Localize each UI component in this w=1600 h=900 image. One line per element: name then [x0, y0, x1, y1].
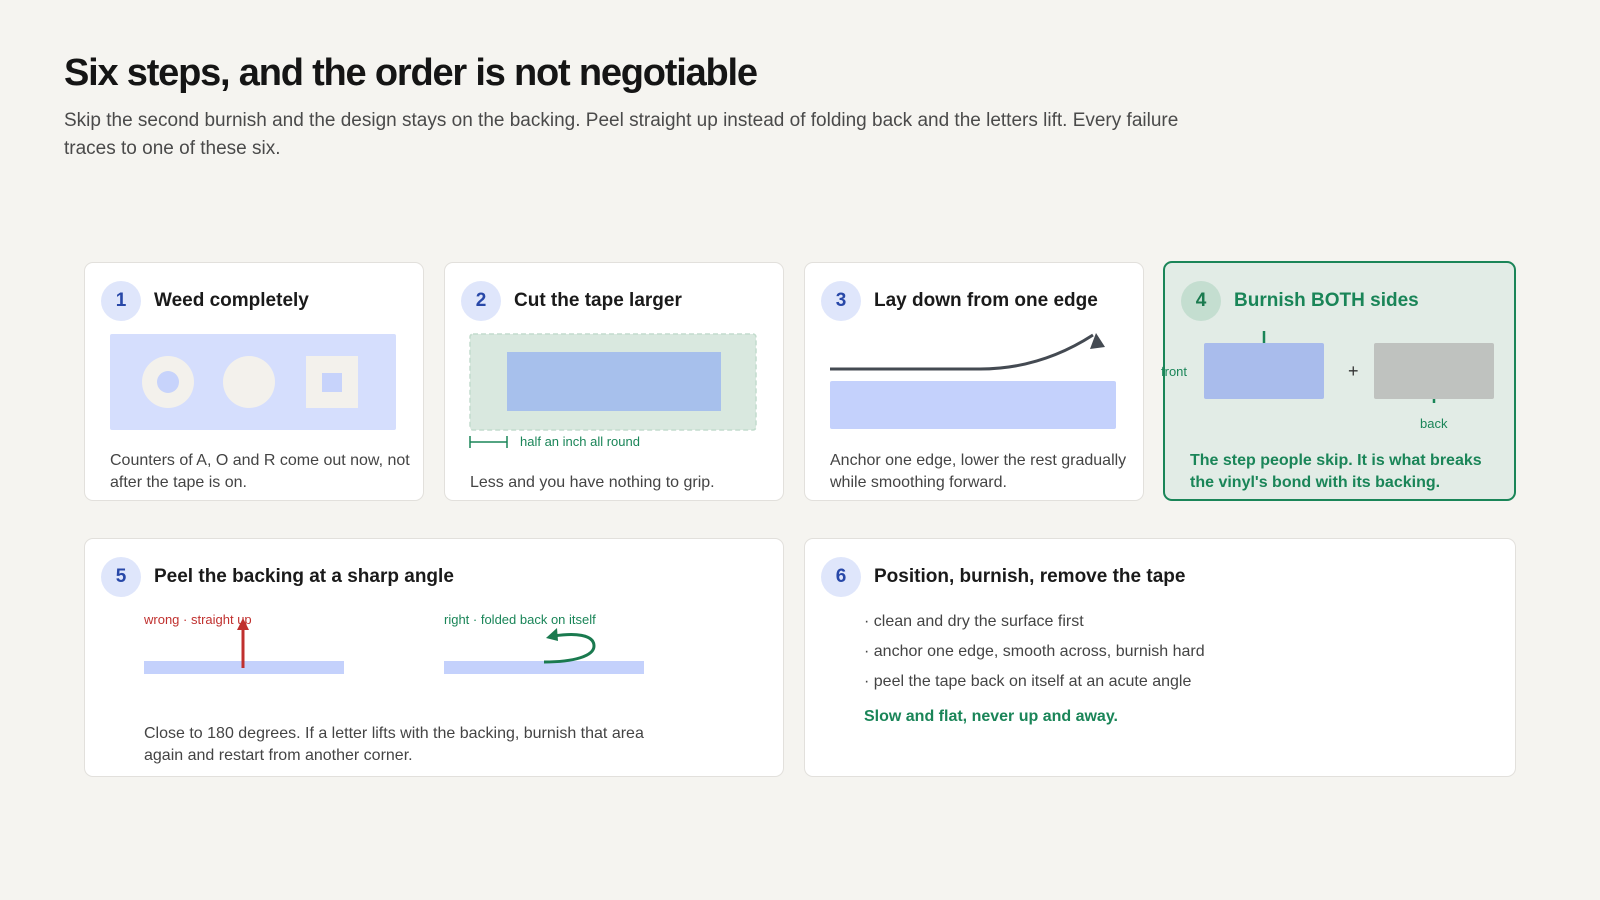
step-number-badge: 6: [821, 557, 861, 597]
step-number-badge: 3: [821, 281, 861, 321]
list-item: · peel the tape back on itself at an acu…: [864, 673, 1192, 690]
plus-sign: +: [1348, 361, 1359, 381]
fold-back-arrowhead: [546, 628, 558, 641]
step-title: Lay down from one edge: [874, 290, 1098, 311]
letter-o-clean: [223, 356, 275, 408]
step-description: Anchor one edge, lower the rest graduall…: [830, 452, 1127, 491]
step-description: The step people skip. It is what breaks …: [1190, 452, 1482, 491]
back-panel: [1374, 343, 1494, 399]
front-label: front: [1161, 364, 1188, 379]
step-description: Close to 180 degrees. If a letter lifts …: [144, 725, 644, 764]
front-panel: [1204, 343, 1324, 399]
step-card-3: 3 Lay down from one edge Anchor one edge…: [804, 262, 1144, 501]
step-title: Peel the backing at a sharp angle: [154, 566, 454, 587]
straight-up-arrowhead: [237, 618, 249, 630]
step-card-4: 4 Burnish BOTH sides front + back The st…: [1161, 261, 1516, 501]
page-subtitle: Skip the second burnish and the design s…: [64, 110, 1179, 159]
step-number-badge: 5: [101, 557, 141, 597]
checklist: · clean and dry the surface first · anch…: [864, 611, 1205, 701]
counter-remnant: [157, 371, 179, 393]
surface: [830, 381, 1116, 429]
step-card-1: 1 Weed completely Counters of A, O and R…: [84, 262, 424, 501]
step-number-badge: 1: [101, 281, 141, 321]
step-title: Cut the tape larger: [514, 290, 682, 311]
peel-right-illustration: [444, 628, 644, 674]
step-title: Position, burnish, remove the tape: [874, 566, 1186, 587]
step-title: Burnish BOTH sides: [1234, 290, 1419, 311]
back-label: back: [1420, 416, 1448, 431]
summary-note: Slow and flat, never up and away.: [864, 708, 1118, 725]
lay-down-illustration: [830, 333, 1116, 429]
peel-wrong-illustration: [144, 618, 344, 674]
margin-label: half an inch all round: [520, 434, 640, 449]
weeding-illustration: [110, 334, 396, 430]
step-number-badge: 2: [461, 281, 501, 321]
vinyl-design: [507, 352, 721, 411]
step-description: Less and you have nothing to grip.: [470, 474, 715, 491]
list-item: · clean and dry the surface first: [864, 613, 1084, 630]
step-title: Weed completely: [154, 290, 309, 311]
page-title: Six steps, and the order is not negotiab…: [64, 52, 758, 94]
step-card-6: 6 Position, burnish, remove the tape · c…: [804, 538, 1516, 777]
tape-curve: [830, 333, 1094, 371]
square-remnant: [322, 373, 342, 392]
step-description: Counters of A, O and R come out now, not…: [110, 452, 410, 491]
list-item: · anchor one edge, smooth across, burnis…: [864, 643, 1205, 660]
step-card-2: 2 Cut the tape larger half an inch all r…: [444, 262, 784, 501]
step-card-5: 5 Peel the backing at a sharp angle wron…: [84, 538, 784, 777]
step-number-badge: 4: [1181, 281, 1221, 321]
